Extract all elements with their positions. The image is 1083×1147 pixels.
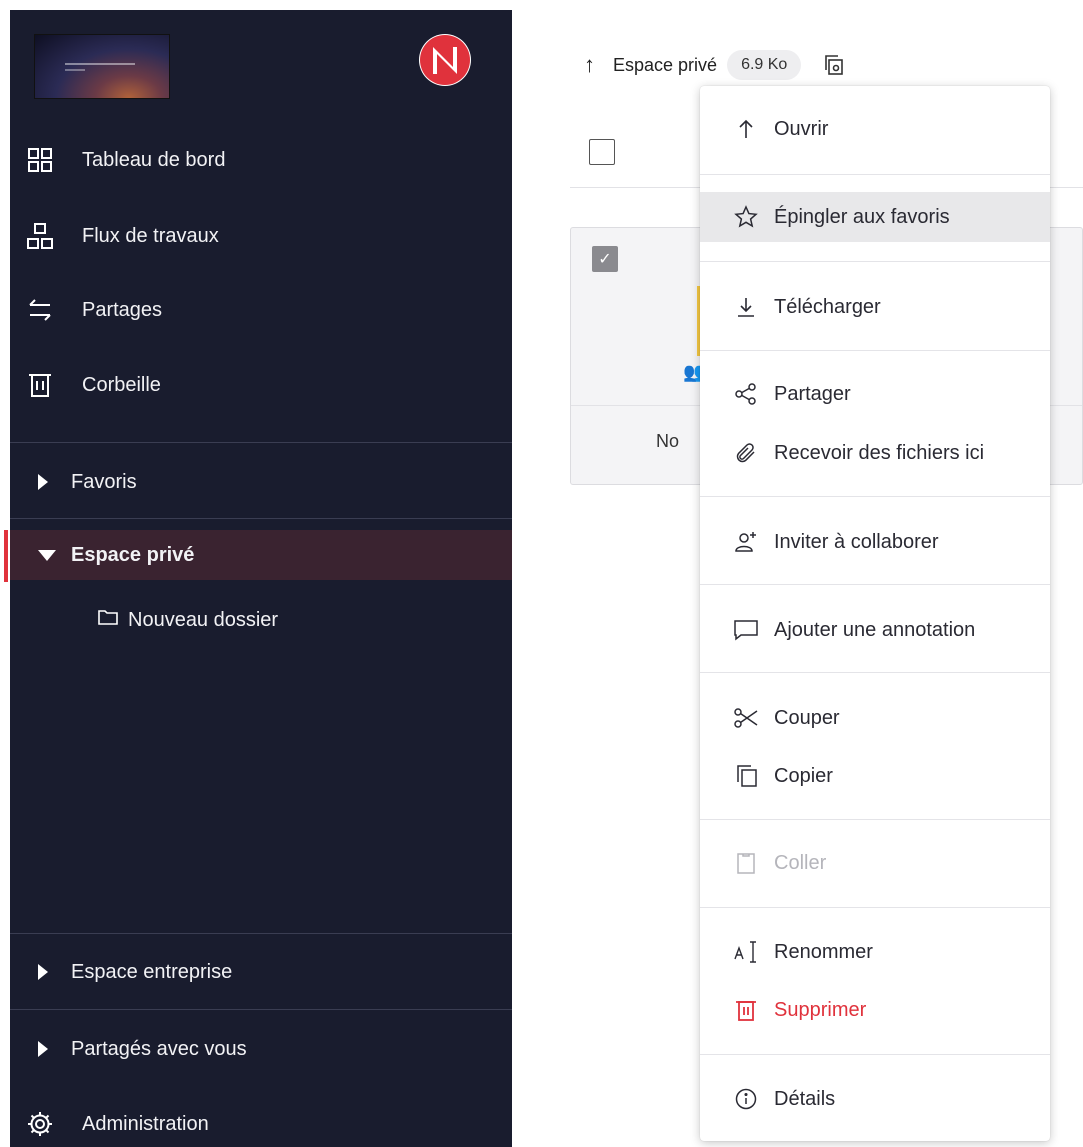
menu-separator xyxy=(700,584,1050,585)
copy-link-icon[interactable] xyxy=(823,54,845,76)
scissors-icon xyxy=(732,704,760,732)
nav-item-flux-de-travaux[interactable]: Flux de travaux xyxy=(10,211,512,261)
menu-label: Recevoir des fichiers ici xyxy=(774,441,985,464)
menu-label: Inviter à collaborer xyxy=(774,530,939,553)
menu-item-couper[interactable]: Couper xyxy=(700,693,1050,743)
menu-separator xyxy=(700,496,1050,497)
add-user-icon xyxy=(732,528,760,556)
select-all-checkbox[interactable] xyxy=(589,139,615,165)
menu-item-coller[interactable]: Coller xyxy=(700,838,1050,888)
menu-item-renommer[interactable]: Renommer xyxy=(700,927,1050,977)
tree-label: Espace privé xyxy=(71,543,195,566)
menu-separator xyxy=(700,907,1050,908)
rename-icon xyxy=(732,938,760,966)
trash-icon xyxy=(732,996,760,1024)
size-badge: 6.9 Ko xyxy=(727,50,802,80)
menu-separator xyxy=(700,672,1050,673)
caret-down-icon[interactable] xyxy=(38,549,56,561)
star-icon xyxy=(732,203,760,231)
caret-right-icon[interactable] xyxy=(38,474,48,490)
sidebar: Tableau de bord Flux de travaux Partages… xyxy=(4,10,512,1147)
menu-label: Détails xyxy=(774,1087,836,1110)
tree-item-favoris[interactable]: Favoris xyxy=(10,457,512,507)
sidebar-divider xyxy=(10,933,512,934)
tree-label: Favoris xyxy=(71,470,137,493)
menu-item-ajouter-une-annotation[interactable]: Ajouter une annotation xyxy=(700,605,1050,655)
logo-text-line xyxy=(65,63,135,65)
menu-item-partager[interactable]: Partager xyxy=(700,369,1050,419)
menu-item-telecharger[interactable]: Télécharger xyxy=(700,282,1050,332)
info-icon xyxy=(732,1085,760,1113)
menu-label: Télécharger xyxy=(774,295,881,318)
menu-item-supprimer[interactable]: Supprimer xyxy=(700,985,1050,1035)
caret-right-icon[interactable] xyxy=(38,1041,48,1057)
menu-separator xyxy=(700,819,1050,820)
menu-separator xyxy=(700,1054,1050,1055)
download-icon xyxy=(732,293,760,321)
tree-item-nouveau-dossier[interactable]: Nouveau dossier xyxy=(98,600,278,640)
tree-label: Partagés avec vous xyxy=(71,1037,247,1060)
paperclip-icon xyxy=(732,439,760,467)
nav-label: Tableau de bord xyxy=(82,148,226,171)
nav-item-corbeille[interactable]: Corbeille xyxy=(10,360,512,410)
menu-label: Ouvrir xyxy=(774,117,829,140)
menu-label: Supprimer xyxy=(774,998,867,1021)
comment-icon xyxy=(732,616,760,644)
sidebar-divider xyxy=(10,1009,512,1010)
tree-item-espace-entreprise[interactable]: Espace entreprise xyxy=(10,947,512,997)
menu-label: Renommer xyxy=(774,940,873,963)
menu-label: Couper xyxy=(774,706,840,729)
nav-label: Flux de travaux xyxy=(82,224,219,247)
menu-item-recevoir-des-fichiers[interactable]: Recevoir des fichiers ici xyxy=(700,428,1050,478)
copy-icon xyxy=(732,762,760,790)
nav-item-tableau-de-bord[interactable]: Tableau de bord xyxy=(10,135,512,185)
clipboard-icon xyxy=(732,849,760,877)
tree-label: Nouveau dossier xyxy=(128,608,279,631)
menu-label: Ajouter une annotation xyxy=(774,618,976,641)
active-indicator xyxy=(4,530,8,582)
context-menu: Ouvrir Épingler aux favoris Télécharger … xyxy=(700,86,1050,1141)
nav-label: Corbeille xyxy=(82,373,161,396)
workspace-logo-image[interactable] xyxy=(34,34,170,99)
logo-text-line-small xyxy=(65,69,85,71)
share-icon xyxy=(732,380,760,408)
grid-icon xyxy=(26,146,54,174)
breadcrumb-current[interactable]: Espace privé xyxy=(613,55,717,76)
tree-label: Espace entreprise xyxy=(71,960,233,983)
tree-item-espace-prive[interactable]: Espace privé xyxy=(4,530,512,582)
caret-right-icon[interactable] xyxy=(38,964,48,980)
menu-item-copier[interactable]: Copier xyxy=(700,751,1050,801)
menu-separator xyxy=(700,261,1050,262)
folder-icon xyxy=(98,608,118,632)
menu-label: Coller xyxy=(774,851,827,874)
menu-item-details[interactable]: Détails xyxy=(700,1074,1050,1124)
gear-icon xyxy=(26,1110,54,1138)
menu-item-inviter-a-collaborer[interactable]: Inviter à collaborer xyxy=(700,517,1050,567)
trash-icon xyxy=(26,371,54,399)
nav-label: Partages xyxy=(82,298,163,321)
menu-label: Copier xyxy=(774,764,833,787)
sidebar-divider xyxy=(10,442,512,443)
brand-logo-icon[interactable] xyxy=(419,34,471,86)
transfer-arrows-icon xyxy=(26,296,54,324)
workflow-icon xyxy=(26,222,54,250)
tree-item-partages-avec-vous[interactable]: Partagés avec vous xyxy=(10,1024,512,1074)
sidebar-divider xyxy=(10,518,512,519)
breadcrumb-bar: ↑ Espace privé 6.9 Ko xyxy=(576,42,845,88)
menu-separator xyxy=(700,174,1050,175)
card-checkbox[interactable]: ✓ xyxy=(592,246,618,272)
arrow-up-icon xyxy=(732,115,760,143)
card-name[interactable]: No xyxy=(656,431,679,452)
parent-folder-arrow-icon[interactable]: ↑ xyxy=(584,52,595,78)
nav-item-partages[interactable]: Partages xyxy=(10,285,512,335)
menu-item-epingler-aux-favoris[interactable]: Épingler aux favoris xyxy=(700,192,1050,242)
nav-item-administration[interactable]: Administration xyxy=(10,1099,512,1147)
menu-item-ouvrir[interactable]: Ouvrir xyxy=(700,104,1050,154)
nav-label: Administration xyxy=(82,1112,209,1135)
menu-label: Partager xyxy=(774,382,851,405)
menu-label: Épingler aux favoris xyxy=(774,205,950,228)
menu-separator xyxy=(700,350,1050,351)
